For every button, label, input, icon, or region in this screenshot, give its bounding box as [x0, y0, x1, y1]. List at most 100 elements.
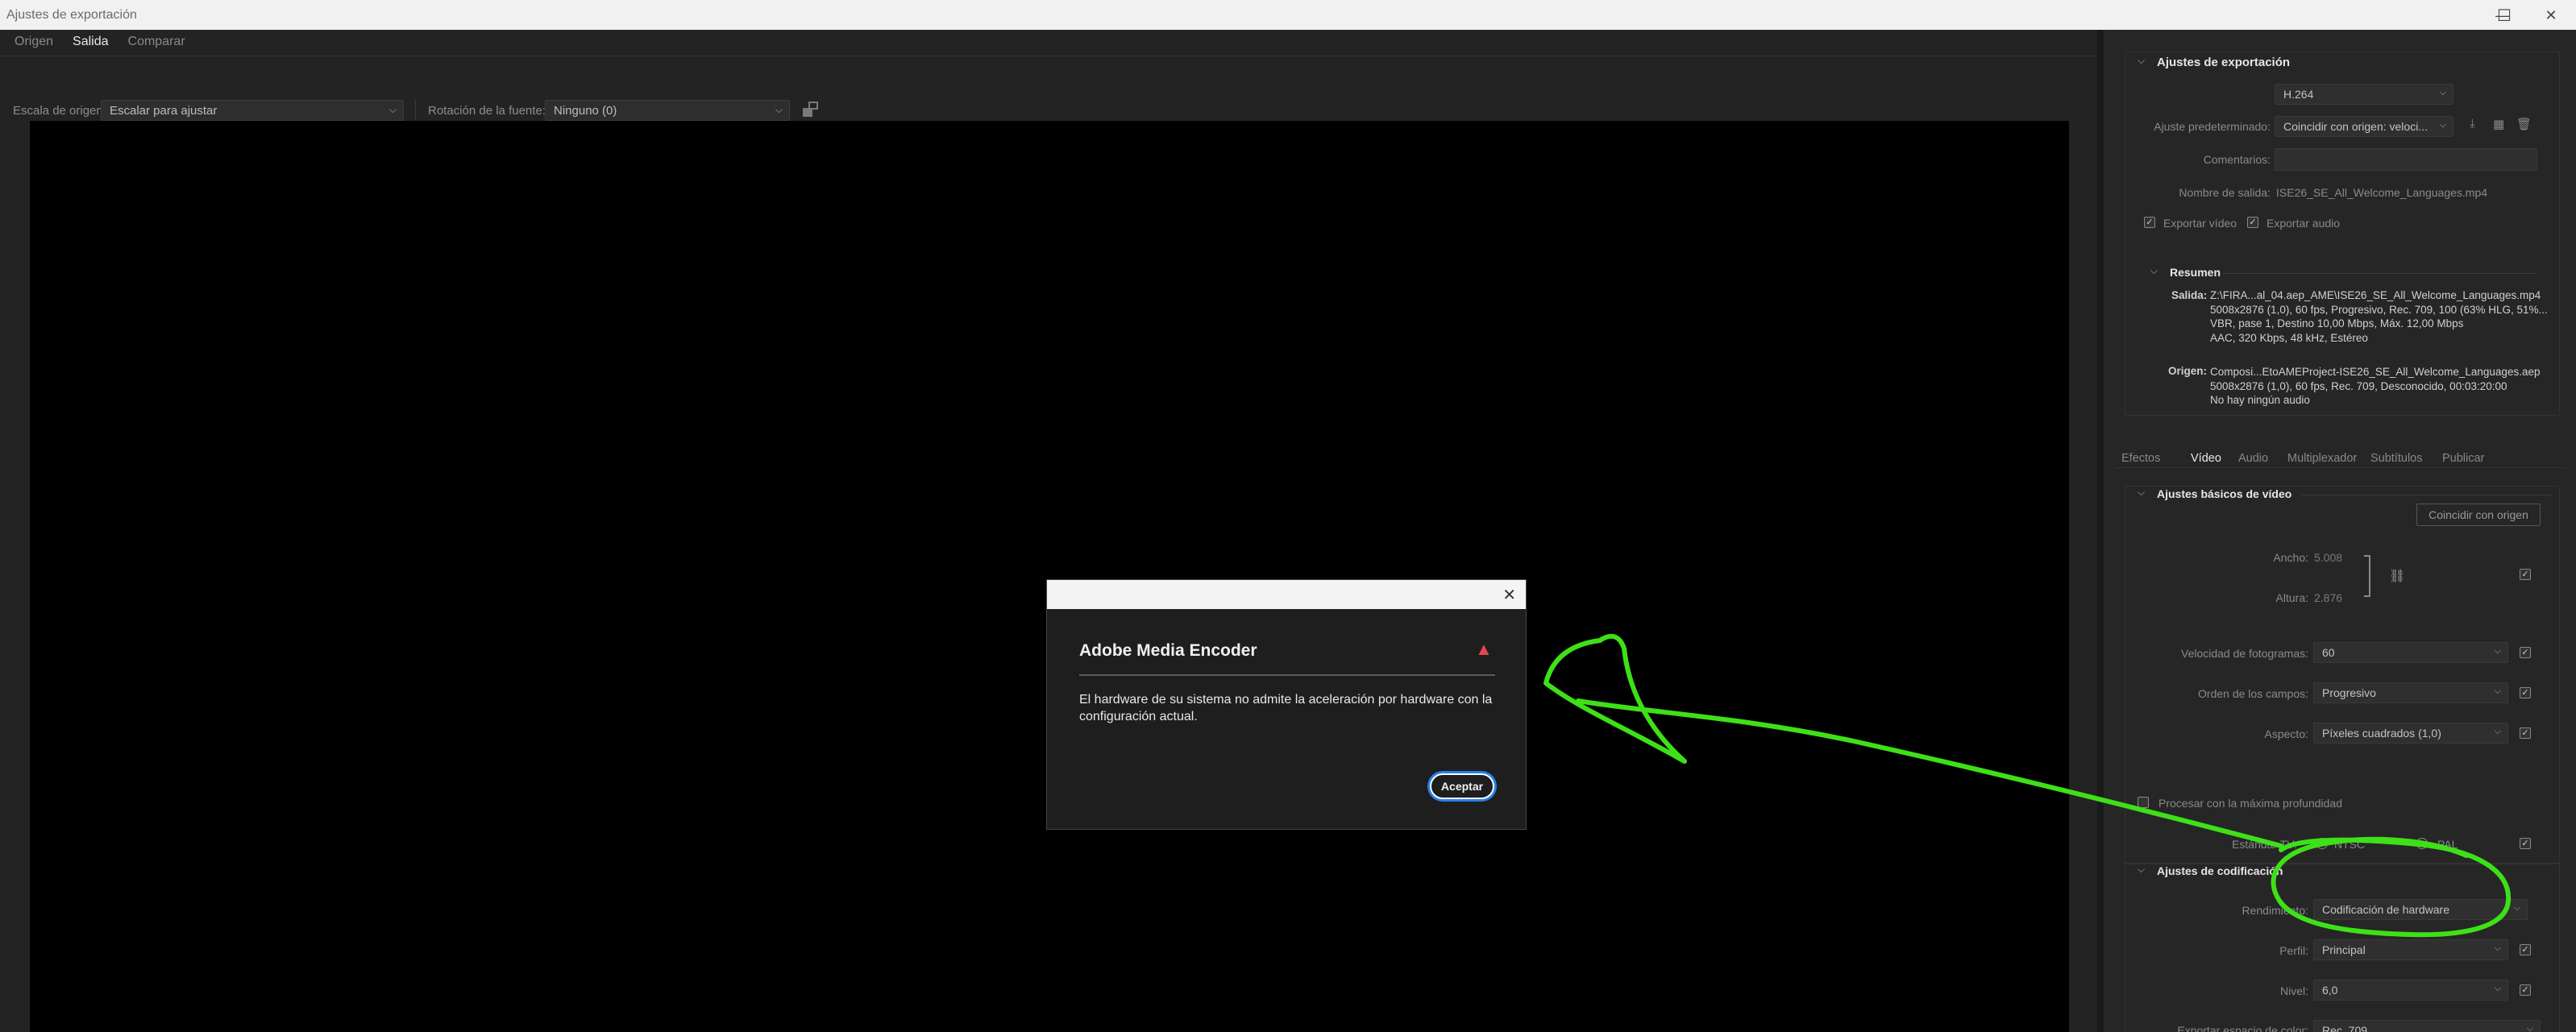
framerate-dropdown[interactable]: 60 ⌵ [2313, 642, 2508, 663]
max-depth-label: Procesar con la máxima profundidad [2158, 797, 2343, 810]
rotation-dropdown[interactable]: Ninguno (0) ⌵ [545, 100, 790, 121]
pal-radio[interactable] [2416, 838, 2428, 849]
preset-label: Ajuste predeterminado: [2154, 120, 2271, 133]
unlink-icon[interactable]: ⛓ [2389, 568, 2405, 584]
aspect-label: Aspecto: [2264, 727, 2308, 740]
export-video-checkbox[interactable]: ✓ [2144, 217, 2155, 228]
height-value[interactable]: 2.876 [2314, 591, 2342, 604]
dialog-close-icon[interactable]: ✕ [1502, 585, 1516, 605]
pane-divider[interactable] [2097, 30, 2104, 1032]
ntsc-radio[interactable] [2316, 838, 2328, 849]
delete-preset-icon[interactable]: 🗑 [2516, 117, 2532, 131]
output-name-link[interactable]: ISE26_SE_All_Welcome_Languages.mp4 [2276, 186, 2487, 199]
crop-icon[interactable] [801, 101, 819, 118]
tab-subtitulos[interactable]: Subtítulos [2370, 452, 2423, 465]
format-dropdown[interactable]: H.264 ⌵ [2275, 84, 2453, 105]
link-bracket [2364, 555, 2370, 597]
chevron-down-icon[interactable]: ⌵ [2150, 265, 2158, 277]
summary-divider [2223, 273, 2537, 274]
save-preset-icon[interactable]: ▦ [2493, 117, 2504, 131]
summary-source-key: Origen: [2168, 365, 2208, 377]
scale-value: Escalar para ajustar [110, 104, 218, 118]
max-depth-checkbox[interactable] [2138, 797, 2149, 808]
output-name-label: Nombre de salida: [2179, 186, 2271, 199]
scale-dropdown[interactable]: Escalar para ajustar ⌵ [101, 100, 404, 121]
level-override-checkbox[interactable]: ✓ [2520, 984, 2531, 996]
performance-label: Rendimiento: [2242, 904, 2309, 917]
chevron-down-icon: ⌵ [388, 104, 397, 115]
pal-label: PAL [2437, 838, 2458, 851]
tab-salida[interactable]: Salida [73, 35, 108, 49]
profile-dropdown[interactable]: Principal ⌵ [2313, 939, 2508, 960]
import-preset-icon[interactable]: ⤓ [2470, 117, 2475, 131]
field-order-override-checkbox[interactable]: ✓ [2520, 687, 2531, 698]
dialog-divider [1079, 674, 1495, 676]
chevron-down-icon[interactable]: ⌵ [2138, 864, 2145, 876]
tab-multiplexador[interactable]: Multiplexador [2287, 452, 2357, 465]
scale-label: Escala de origen: [13, 104, 106, 118]
ntsc-label: NTSC [2334, 838, 2366, 851]
export-audio-label: Exportar audio [2266, 217, 2341, 230]
tab-comparar[interactable]: Comparar [128, 35, 185, 49]
source-toolbar: Escala de origen: Escalar para ajustar ⌵… [0, 66, 2097, 121]
preview-pane: Origen Salida Comparar Escala de origen:… [0, 30, 2097, 1032]
maximize-icon[interactable]: ☐ [2486, 3, 2523, 27]
dialog-title: Adobe Media Encoder [1079, 641, 1257, 660]
encoding-title: Ajustes de codificación [2157, 864, 2283, 877]
framerate-override-checkbox[interactable]: ✓ [2520, 647, 2531, 658]
framerate-label: Velocidad de fotogramas: [2181, 647, 2308, 660]
tabs-divider [2115, 467, 2566, 468]
window-title: Ajustes de exportación [6, 8, 137, 22]
aspect-dropdown[interactable]: Píxeles cuadrados (1,0) ⌵ [2313, 723, 2508, 744]
level-dropdown[interactable]: 6,0 ⌵ [2313, 980, 2508, 1001]
comments-input[interactable] [2275, 148, 2537, 171]
field-order-dropdown[interactable]: Progresivo ⌵ [2313, 682, 2508, 703]
tab-origen[interactable]: Origen [15, 35, 53, 49]
tab-audio[interactable]: Audio [2238, 452, 2268, 465]
chevron-down-icon[interactable]: ⌵ [2138, 487, 2145, 499]
chevron-down-icon[interactable]: ⌵ [2138, 55, 2145, 67]
export-settings-section [2125, 52, 2560, 416]
window-titlebar: Ajustes de exportación — ☐ ✕ [0, 0, 2576, 30]
summary-title: Resumen [2170, 266, 2221, 279]
export-audio-checkbox[interactable]: ✓ [2247, 217, 2258, 228]
chevron-down-icon: ⌵ [2439, 120, 2446, 130]
chevron-down-icon: ⌵ [775, 104, 783, 115]
match-source-button[interactable]: Coincidir con origen [2416, 504, 2541, 526]
error-dialog: ✕ Adobe Media Encoder ▲ El hardware de s… [1046, 579, 1527, 830]
preset-dropdown[interactable]: Coincidir con origen: veloci... ⌵ [2275, 116, 2453, 137]
toolbar-separator [415, 100, 416, 121]
comments-label: Comentarios: [2203, 153, 2271, 166]
accept-button[interactable]: Aceptar [1430, 773, 1494, 799]
level-label: Nivel: [2279, 984, 2308, 997]
tab-video[interactable]: Vídeo [2191, 452, 2221, 465]
close-icon[interactable]: ✕ [2532, 3, 2570, 27]
width-value[interactable]: 5.008 [2314, 551, 2342, 564]
height-label: Altura: [2275, 591, 2308, 604]
export-settings-title: Ajustes de exportación [2157, 56, 2291, 69]
video-preview [30, 121, 2069, 1032]
profile-override-checkbox[interactable]: ✓ [2520, 944, 2531, 955]
chevron-down-icon: ⌵ [2439, 88, 2446, 97]
color-space-dropdown[interactable]: Rec. 709 ⌵ [2313, 1020, 2541, 1032]
summary-source: Composi...EtoAMEProject-ISE26_SE_All_Wel… [2210, 366, 2541, 406]
settings-pane: ⌵ Ajustes de exportación Formato: H.264 … [2104, 30, 2576, 1032]
width-label: Ancho: [2273, 551, 2308, 564]
dialog-titlebar [1047, 580, 1526, 609]
tab-efectos[interactable]: Efectos [2121, 452, 2160, 465]
rotation-value: Ninguno (0) [554, 104, 617, 118]
export-video-label: Exportar vídeo [2163, 217, 2237, 230]
summary-output-key: Salida: [2171, 289, 2208, 301]
basic-video-title: Ajustes básicos de vídeo [2157, 487, 2292, 500]
field-order-label: Orden de los campos: [2198, 687, 2308, 700]
tv-standard-override-checkbox[interactable]: ✓ [2520, 838, 2531, 849]
dialog-message: El hardware de su sistema no admite la a… [1079, 693, 1493, 723]
tab-publicar[interactable]: Publicar [2442, 452, 2484, 465]
dimensions-override-checkbox[interactable]: ✓ [2520, 569, 2531, 580]
performance-dropdown[interactable]: Codificación de hardware ⌵ [2313, 899, 2528, 920]
color-space-label: Exportar espacio de color: [2177, 1024, 2308, 1032]
profile-label: Perfil: [2279, 944, 2308, 957]
rotation-label: Rotación de la fuente: [428, 104, 546, 118]
aspect-override-checkbox[interactable]: ✓ [2520, 727, 2531, 739]
summary-output: Z:\FIRA...al_04.aep_AME\ISE26_SE_All_Wel… [2210, 289, 2548, 344]
